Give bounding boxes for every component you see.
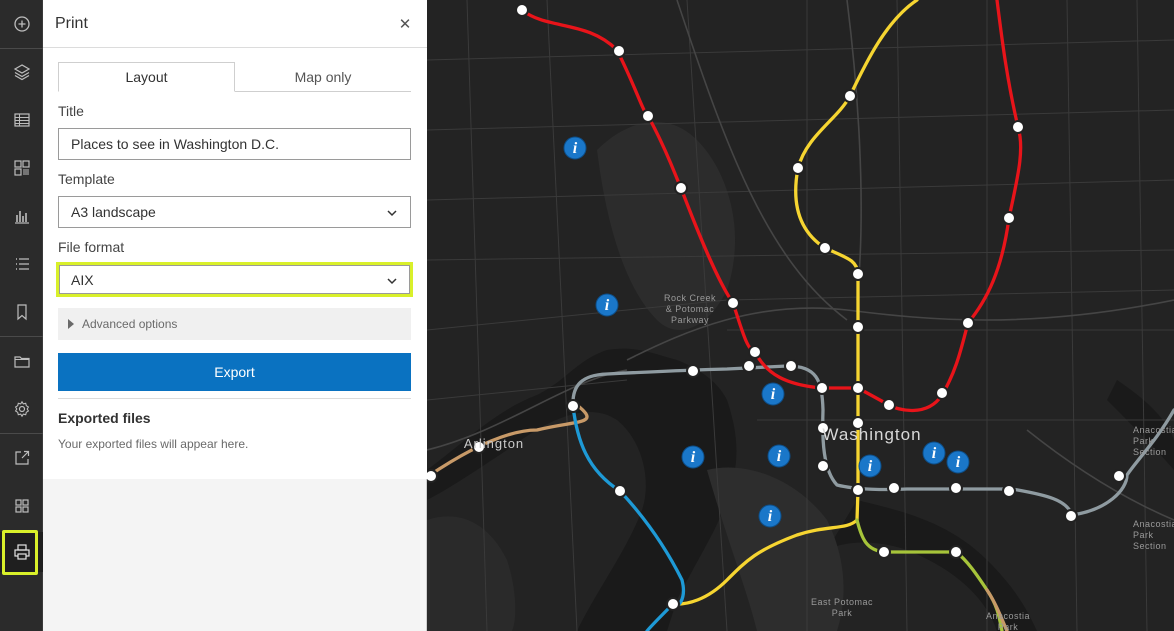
print-tabs: Layout Map only xyxy=(58,62,411,92)
table-icon[interactable] xyxy=(0,100,43,140)
file-format-select-value: AIX xyxy=(71,271,94,288)
title-input[interactable]: Places to see in Washington D.C. xyxy=(58,128,411,160)
layers-icon[interactable] xyxy=(0,52,43,92)
divider xyxy=(58,398,411,399)
chart-icon[interactable] xyxy=(0,196,43,236)
svg-text:i: i xyxy=(777,448,782,465)
add-icon[interactable] xyxy=(0,4,43,44)
advanced-options-toggle[interactable]: Advanced options xyxy=(58,308,411,340)
svg-text:i: i xyxy=(691,449,696,466)
legend-icon[interactable] xyxy=(0,244,43,284)
svg-text:i: i xyxy=(605,297,610,314)
map-label-east-potomac: East Potomac Park xyxy=(810,597,874,618)
chevron-down-icon xyxy=(387,278,397,285)
left-toolbar xyxy=(0,0,43,631)
print-panel-body: Print ✕ Layout Map only Title Places to … xyxy=(43,0,427,479)
caret-right-icon xyxy=(68,319,74,329)
share-icon[interactable] xyxy=(0,438,43,478)
map-label-rock-creek: Rock Creek & Potomac Parkway xyxy=(663,293,716,325)
widgets-icon[interactable] xyxy=(0,148,43,188)
bookmark-icon[interactable] xyxy=(0,292,43,332)
panel-title: Print xyxy=(55,15,88,32)
map-label-washington: Washington xyxy=(822,425,922,444)
advanced-options-label: Advanced options xyxy=(82,317,178,331)
file-format-label: File format xyxy=(58,239,125,255)
svg-text:i: i xyxy=(573,140,578,157)
print-panel: Print ✕ Layout Map only Title Places to … xyxy=(43,0,427,631)
map-label-anacostia-park-2: Anacostia Park Section xyxy=(1133,519,1174,551)
exported-files-note: Your exported files will appear here. xyxy=(58,437,249,451)
print-icon[interactable] xyxy=(0,532,43,572)
settings-icon[interactable] xyxy=(0,389,43,429)
map-label-anacostia-park-1: Anacostia Park Section xyxy=(1133,425,1174,457)
title-label: Title xyxy=(58,103,84,119)
file-format-select[interactable]: AIX xyxy=(56,262,413,297)
apps-icon[interactable] xyxy=(0,486,43,526)
panel-header: Print ✕ xyxy=(43,0,427,48)
exported-files-heading: Exported files xyxy=(58,410,151,426)
chevron-down-icon xyxy=(387,210,397,217)
template-select-value: A3 landscape xyxy=(71,204,156,220)
svg-text:i: i xyxy=(932,445,937,462)
folder-icon[interactable] xyxy=(0,341,43,381)
svg-text:i: i xyxy=(868,458,873,475)
template-select[interactable]: A3 landscape xyxy=(58,196,411,228)
template-label: Template xyxy=(58,171,115,187)
map-label-arlington: Arlington xyxy=(463,436,525,451)
svg-text:i: i xyxy=(768,508,773,525)
map-view[interactable]: i i i i i i i i i Rock Creek & Potomac Par… xyxy=(427,0,1174,631)
close-icon[interactable]: ✕ xyxy=(395,14,415,34)
tab-layout[interactable]: Layout xyxy=(58,62,235,92)
export-button[interactable]: Export xyxy=(58,353,411,391)
svg-text:i: i xyxy=(771,386,776,403)
basemap: i i i i i i i i i xyxy=(427,0,1174,631)
map-label-anacostia-bottom: Anacostia Park xyxy=(985,611,1031,631)
tab-map-only[interactable]: Map only xyxy=(235,62,411,92)
title-input-value: Places to see in Washington D.C. xyxy=(71,136,280,152)
svg-text:i: i xyxy=(956,454,961,471)
